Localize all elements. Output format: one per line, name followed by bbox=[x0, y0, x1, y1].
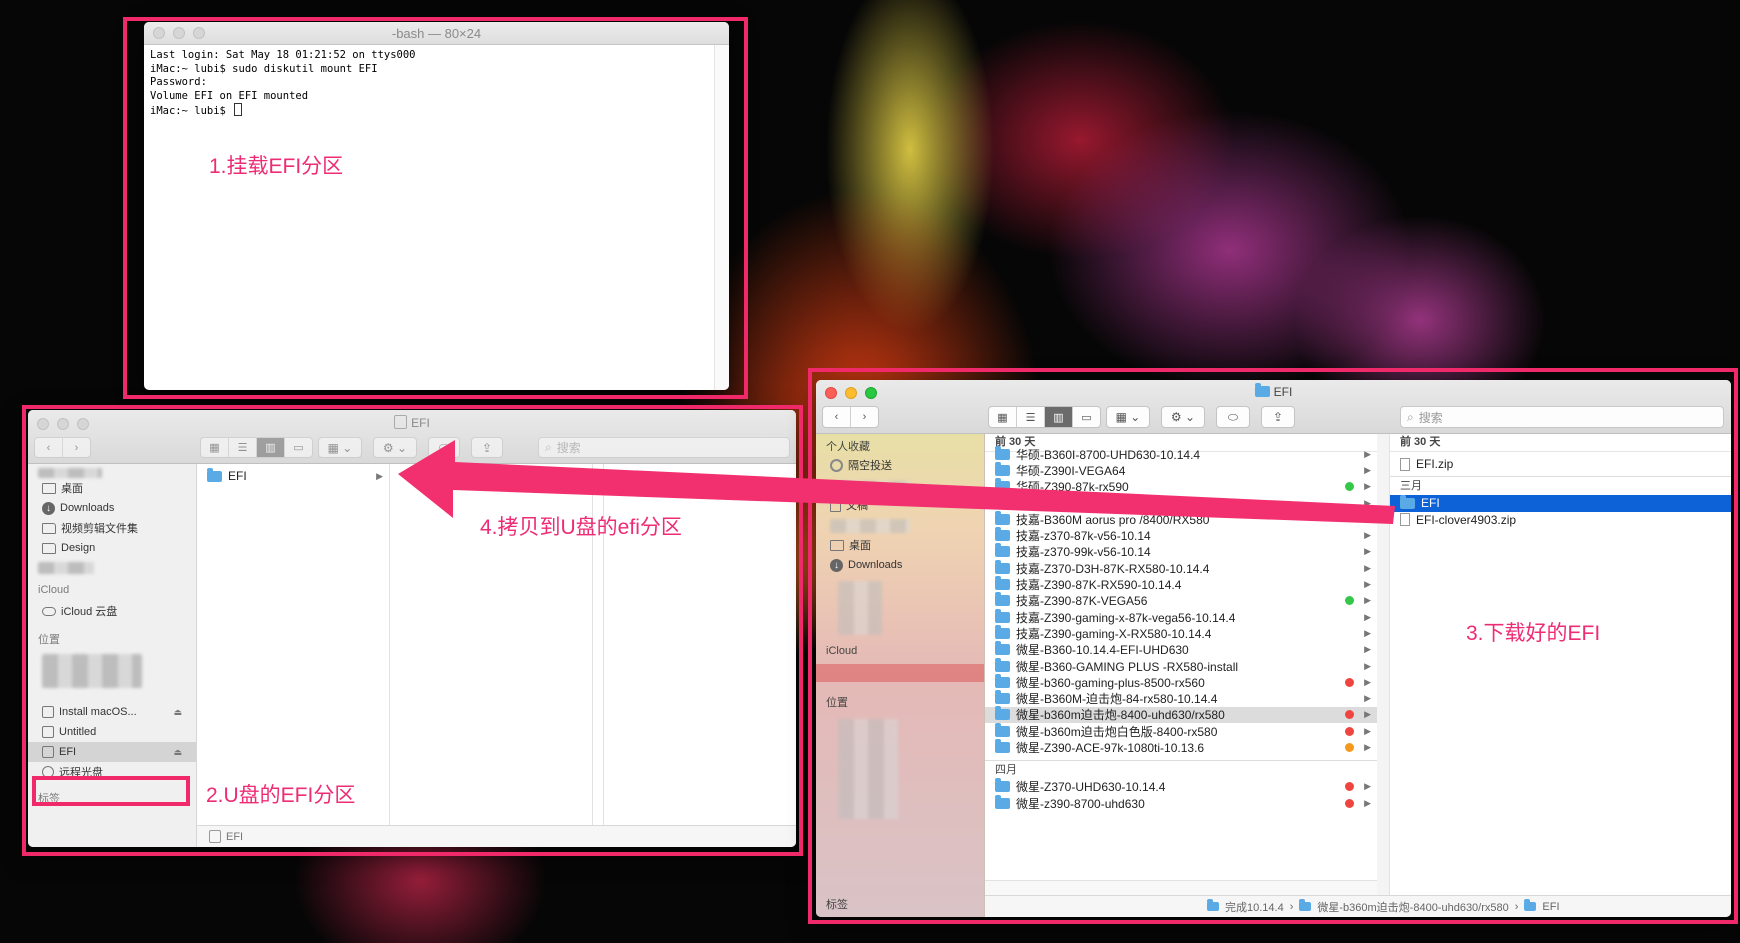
annotation-step-1: 1.挂载EFI分区 bbox=[209, 155, 344, 178]
annotation-step-4: 4.拷贝到U盘的efi分区 bbox=[480, 516, 682, 539]
annotation-step-3: 3.下载好的EFI bbox=[1466, 622, 1601, 645]
annotation-box-terminal bbox=[123, 17, 748, 399]
annotation-step-2: 2.U盘的EFI分区 bbox=[206, 784, 356, 807]
annotation-box-efi-partition bbox=[32, 776, 190, 806]
